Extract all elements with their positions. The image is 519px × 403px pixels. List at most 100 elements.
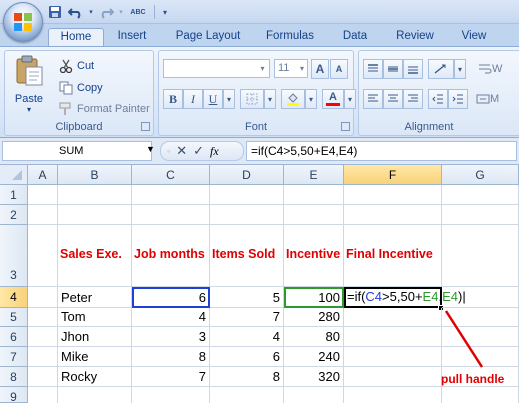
cell-e7[interactable]: 240 xyxy=(284,347,344,367)
increase-indent-button[interactable] xyxy=(448,89,468,109)
cell-c9[interactable] xyxy=(132,387,210,403)
tab-view[interactable]: View xyxy=(456,28,492,46)
cell-e1[interactable] xyxy=(284,185,344,205)
row-header-9[interactable]: 9 xyxy=(0,387,28,403)
cell-e4[interactable]: 100 xyxy=(284,287,344,308)
cell-a2[interactable] xyxy=(28,205,58,225)
align-left-button[interactable] xyxy=(363,89,383,109)
cell-f3[interactable]: Final Incentive xyxy=(344,225,442,287)
cell-a6[interactable] xyxy=(28,327,58,347)
row-header-2[interactable]: 2 xyxy=(0,205,28,225)
fill-color-button[interactable] xyxy=(281,89,305,109)
tab-home[interactable]: Home xyxy=(48,28,104,46)
cell-d6[interactable]: 4 xyxy=(210,327,284,347)
cell-d7[interactable]: 6 xyxy=(210,347,284,367)
col-header-c[interactable]: C xyxy=(132,165,210,185)
font-size-input[interactable]: 11 ▾ xyxy=(274,59,308,78)
cell-c1[interactable] xyxy=(132,185,210,205)
row-header-5[interactable]: 5 xyxy=(0,308,28,327)
cell-f9[interactable] xyxy=(344,387,442,403)
cell-f4-editing[interactable]: =if(C4>5,50+E4,E4)| xyxy=(344,287,466,308)
tab-insert[interactable]: Insert xyxy=(110,28,154,46)
cell-g9[interactable] xyxy=(442,387,519,403)
font-launcher-icon[interactable] xyxy=(341,122,350,131)
col-header-e[interactable]: E xyxy=(284,165,344,185)
cell-f5[interactable] xyxy=(344,308,442,327)
cut-button[interactable]: Cut xyxy=(59,58,94,74)
cell-e3[interactable]: Incentive xyxy=(284,225,344,287)
italic-button[interactable]: I xyxy=(183,89,203,109)
cell-e2[interactable] xyxy=(284,205,344,225)
row-header-3[interactable]: 3 xyxy=(0,225,28,287)
cell-c3[interactable]: Job months xyxy=(132,225,210,287)
cell-a4[interactable] xyxy=(28,287,58,308)
cell-e9[interactable] xyxy=(284,387,344,403)
undo-dropdown-icon[interactable]: ▾ xyxy=(88,4,94,21)
cell-f6[interactable] xyxy=(344,327,442,347)
decrease-indent-button[interactable] xyxy=(428,89,448,109)
name-box[interactable]: SUM xyxy=(2,141,152,161)
cell-c5[interactable]: 4 xyxy=(132,308,210,327)
cell-d3[interactable]: Items Sold xyxy=(210,225,284,287)
font-name-dropdown-icon[interactable]: ▾ xyxy=(256,59,270,78)
bold-button[interactable]: B xyxy=(163,89,183,109)
office-button[interactable] xyxy=(3,2,43,42)
grow-font-button[interactable]: A xyxy=(311,59,329,79)
fill-color-dropdown-icon[interactable]: ▾ xyxy=(305,89,317,109)
cell-b5[interactable]: Tom xyxy=(58,308,132,327)
col-header-a[interactable]: A xyxy=(28,165,58,185)
underline-dropdown-icon[interactable]: ▾ xyxy=(223,89,235,109)
align-center-button[interactable] xyxy=(383,89,403,109)
cell-e6[interactable]: 80 xyxy=(284,327,344,347)
paste-button[interactable]: Paste ▾ xyxy=(11,55,47,117)
bottom-align-button[interactable] xyxy=(403,59,423,79)
cell-b1[interactable] xyxy=(58,185,132,205)
middle-align-button[interactable] xyxy=(383,59,403,79)
cell-d5[interactable]: 7 xyxy=(210,308,284,327)
cell-c4[interactable]: 6 xyxy=(132,287,210,308)
cell-a9[interactable] xyxy=(28,387,58,403)
font-color-button[interactable]: A xyxy=(322,89,344,109)
cell-d9[interactable] xyxy=(210,387,284,403)
cell-e8[interactable]: 320 xyxy=(284,367,344,387)
cell-d4[interactable]: 5 xyxy=(210,287,284,308)
cell-d8[interactable]: 8 xyxy=(210,367,284,387)
cell-b7[interactable]: Mike xyxy=(58,347,132,367)
wrap-text-button[interactable]: W xyxy=(478,59,508,79)
cell-a3[interactable] xyxy=(28,225,58,287)
tab-formulas[interactable]: Formulas xyxy=(260,28,320,46)
underline-button[interactable]: U xyxy=(203,89,223,109)
cell-c8[interactable]: 7 xyxy=(132,367,210,387)
cell-b8[interactable]: Rocky xyxy=(58,367,132,387)
formula-input[interactable]: =if(C4>5,50+E4,E4) xyxy=(246,141,517,161)
cell-f8[interactable] xyxy=(344,367,442,387)
cell-g2[interactable] xyxy=(442,205,519,225)
cell-b6[interactable]: Jhon xyxy=(58,327,132,347)
cell-b9[interactable] xyxy=(58,387,132,403)
borders-button[interactable] xyxy=(240,89,264,109)
cell-e5[interactable]: 280 xyxy=(284,308,344,327)
name-box-dropdown-icon[interactable]: ▼ xyxy=(146,144,155,154)
cell-d1[interactable] xyxy=(210,185,284,205)
cell-a7[interactable] xyxy=(28,347,58,367)
cell-b3[interactable]: Sales Exe. xyxy=(58,225,132,287)
align-right-button[interactable] xyxy=(403,89,423,109)
tab-data[interactable]: Data xyxy=(338,28,372,46)
col-header-f[interactable]: F xyxy=(344,165,442,185)
select-all-corner[interactable] xyxy=(0,165,28,185)
cell-f2[interactable] xyxy=(344,205,442,225)
cell-c6[interactable]: 3 xyxy=(132,327,210,347)
cell-a1[interactable] xyxy=(28,185,58,205)
shrink-font-button[interactable]: A xyxy=(330,59,348,79)
row-header-8[interactable]: 8 xyxy=(0,367,28,387)
cell-a5[interactable] xyxy=(28,308,58,327)
spelling-icon[interactable]: ABC xyxy=(127,4,149,21)
cancel-icon[interactable]: ✕ xyxy=(176,143,187,159)
customize-qat-icon[interactable]: ▾ xyxy=(160,4,170,21)
row-header-6[interactable]: 6 xyxy=(0,327,28,347)
col-header-b[interactable]: B xyxy=(58,165,132,185)
orientation-button[interactable] xyxy=(428,59,454,79)
enter-icon[interactable]: ✓ xyxy=(193,143,204,159)
save-icon[interactable] xyxy=(46,4,64,21)
copy-button[interactable]: Copy xyxy=(59,80,103,96)
